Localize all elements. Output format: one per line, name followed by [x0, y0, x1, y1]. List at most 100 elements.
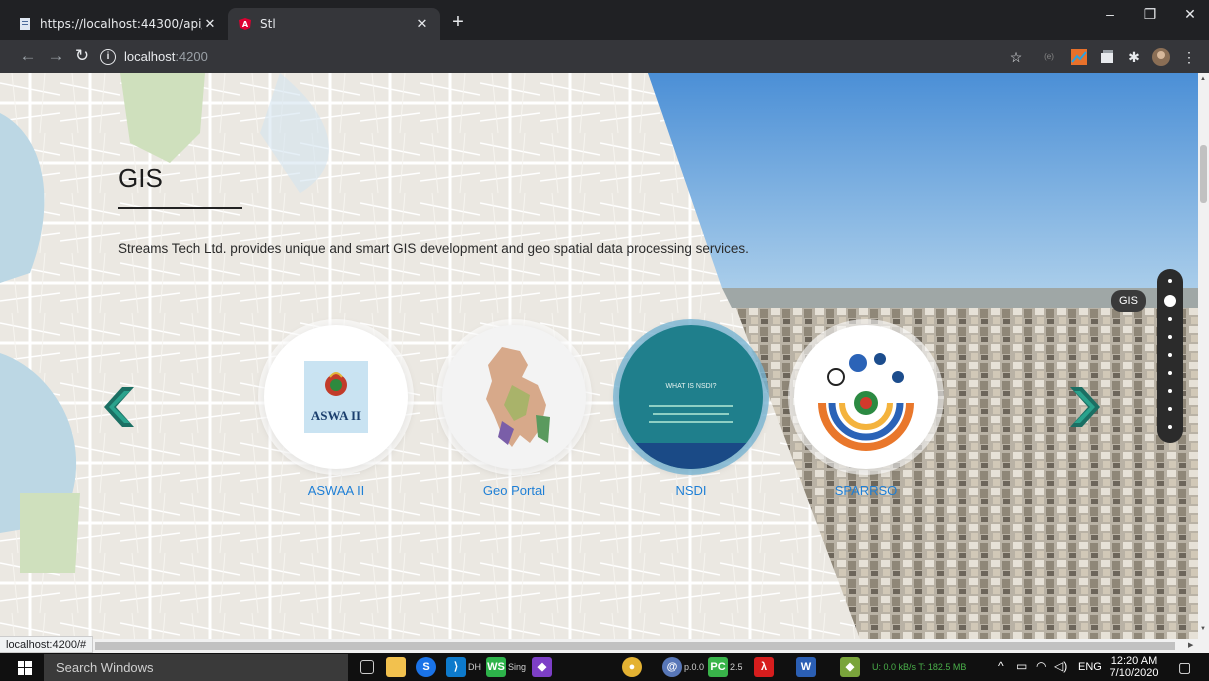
- reload-icon[interactable]: ↻: [72, 47, 92, 65]
- scroll-thumb[interactable]: [1200, 145, 1207, 203]
- aswaa-logo: ASWA II: [264, 325, 408, 469]
- tray-chevron-icon[interactable]: ^: [998, 659, 1004, 673]
- task-view-icon[interactable]: [360, 660, 374, 674]
- close-tab-icon[interactable]: ✕: [202, 17, 218, 32]
- tab-stl[interactable]: A Stl ✕: [228, 8, 440, 40]
- app-diamond-icon[interactable]: ◆: [840, 657, 860, 677]
- service-label[interactable]: SPARRSO: [792, 483, 940, 498]
- puzzle-icon[interactable]: ✱: [1125, 48, 1143, 66]
- nsdi-preview: WHAT IS NSDI?: [619, 325, 763, 469]
- vscode-icon[interactable]: ⟩: [446, 657, 466, 677]
- dot-nav-tooltip: GIS: [1111, 290, 1146, 312]
- address-host: localhost: [124, 49, 176, 64]
- page-title: GIS: [118, 163, 163, 193]
- new-tab-button[interactable]: +: [446, 12, 470, 32]
- section-dot[interactable]: [1168, 407, 1172, 411]
- back-arrow-icon[interactable]: ←: [18, 47, 38, 65]
- clock-date: 7/10/2020: [1109, 667, 1159, 679]
- windows-taskbar: Search Windows S ⟩ DH WS Sing ◆ ● @ p.0.…: [0, 653, 1209, 681]
- restore-button[interactable]: ❐: [1130, 6, 1170, 23]
- vertical-scrollbar[interactable]: ▲ ▼: [1198, 73, 1209, 639]
- scroll-right-icon[interactable]: ▶: [1188, 641, 1193, 649]
- language-indicator[interactable]: ENG: [1078, 661, 1102, 673]
- section-dot[interactable]: [1168, 317, 1172, 321]
- app-title: p.0.0: [684, 662, 705, 672]
- service-aswaa-ii[interactable]: ASWA II ASWAA II: [262, 325, 410, 498]
- tab-api[interactable]: https://localhost:44300/api/secti ✕: [8, 8, 228, 40]
- service-sparrso[interactable]: SPARRSO: [792, 325, 940, 498]
- scroll-down-icon[interactable]: ▼: [1200, 626, 1206, 632]
- aswa-logo-text: ASWA II: [310, 408, 362, 423]
- skype-icon[interactable]: S: [416, 657, 436, 677]
- file-explorer-icon[interactable]: [386, 657, 406, 677]
- map-city-background: [0, 73, 1198, 639]
- section-dot[interactable]: [1168, 371, 1172, 375]
- service-nsdi[interactable]: WHAT IS NSDI? NSDI: [617, 325, 765, 498]
- nsdi-footer-band: [619, 443, 763, 469]
- close-window-button[interactable]: ✕: [1170, 6, 1209, 23]
- app-icon[interactable]: @: [662, 657, 682, 677]
- extension-icon[interactable]: (e): [1040, 48, 1058, 66]
- taskbar-clock[interactable]: 12:20 AM 7/10/2020: [1108, 655, 1160, 679]
- title-underline: [118, 207, 242, 209]
- word-icon[interactable]: W: [796, 657, 816, 677]
- notification-icon[interactable]: ▢: [1178, 659, 1191, 676]
- service-label[interactable]: NSDI: [617, 483, 765, 498]
- section-dot[interactable]: [1168, 353, 1172, 357]
- section-dot[interactable]: [1168, 425, 1172, 429]
- minimize-button[interactable]: –: [1090, 6, 1130, 22]
- taskbar-search-input[interactable]: Search Windows: [44, 654, 348, 681]
- service-label[interactable]: Geo Portal: [440, 483, 588, 498]
- nsdi-line: [649, 405, 733, 407]
- next-arrow-icon[interactable]: [1064, 385, 1104, 429]
- webstorm-icon[interactable]: WS: [486, 657, 506, 677]
- scroll-up-icon[interactable]: ▲: [1200, 76, 1206, 82]
- geo-portal-map: [442, 325, 586, 469]
- horizontal-scrollbar[interactable]: ▶: [0, 639, 1209, 653]
- volume-icon[interactable]: ◁): [1054, 659, 1067, 673]
- angular-icon: A: [239, 18, 251, 30]
- hscroll-thumb[interactable]: [95, 642, 1175, 650]
- avatar[interactable]: [1152, 48, 1170, 66]
- visual-studio-icon[interactable]: ◆: [532, 657, 552, 677]
- address-port: :4200: [175, 49, 208, 64]
- previous-arrow-icon[interactable]: [100, 385, 140, 429]
- acrobat-icon[interactable]: λ: [754, 657, 774, 677]
- pycharm-title: 2.5: [730, 662, 743, 672]
- wifi-icon[interactable]: ◠: [1036, 659, 1046, 673]
- chart-extension-icon[interactable]: [1070, 48, 1088, 66]
- browser-tab-bar: https://localhost:44300/api/secti ✕ A St…: [0, 0, 1209, 40]
- section-dot[interactable]: [1168, 335, 1172, 339]
- pycharm-icon[interactable]: PC: [708, 657, 728, 677]
- sparrso-logo: [794, 325, 938, 469]
- page-description: Streams Tech Ltd. provides unique and sm…: [118, 241, 749, 256]
- window-extension-icon[interactable]: [1098, 48, 1116, 66]
- section-dot-active[interactable]: [1164, 295, 1176, 307]
- forward-arrow-icon[interactable]: →: [46, 47, 66, 65]
- tab-label: https://localhost:44300/api/secti: [40, 17, 202, 31]
- bangladesh-map-icon: [486, 347, 550, 447]
- network-stats: U: 0.0 kB/s T: 182.5 MB: [872, 662, 967, 672]
- nsdi-heading: WHAT IS NSDI?: [665, 383, 717, 390]
- clock-time: 12:20 AM: [1110, 655, 1158, 667]
- webstorm-title: Sing: [508, 662, 527, 672]
- section-dot-nav: [1157, 269, 1183, 443]
- section-dot[interactable]: [1168, 389, 1172, 393]
- menu-dots-icon[interactable]: ⋮: [1180, 48, 1198, 66]
- close-tab-icon[interactable]: ✕: [414, 17, 430, 32]
- chrome-icon[interactable]: ●: [622, 657, 642, 677]
- page-viewport: GIS Streams Tech Ltd. provides unique an…: [0, 73, 1198, 639]
- service-label[interactable]: ASWAA II: [262, 483, 410, 498]
- section-dot[interactable]: [1168, 279, 1172, 283]
- bookmark-star-icon[interactable]: ☆: [1007, 48, 1025, 66]
- battery-icon[interactable]: ▭: [1016, 659, 1027, 673]
- service-geo-portal[interactable]: Geo Portal: [440, 325, 588, 498]
- sparrso-emblem-icon: [818, 353, 914, 451]
- document-icon: [20, 18, 30, 30]
- address-bar[interactable]: i localhost:4200: [100, 45, 1035, 68]
- windows-start-icon[interactable]: [18, 661, 32, 675]
- vscode-title: DH: [468, 662, 481, 672]
- svg-text:A: A: [242, 20, 249, 29]
- site-info-icon[interactable]: i: [100, 48, 116, 65]
- nsdi-line: [649, 421, 733, 423]
